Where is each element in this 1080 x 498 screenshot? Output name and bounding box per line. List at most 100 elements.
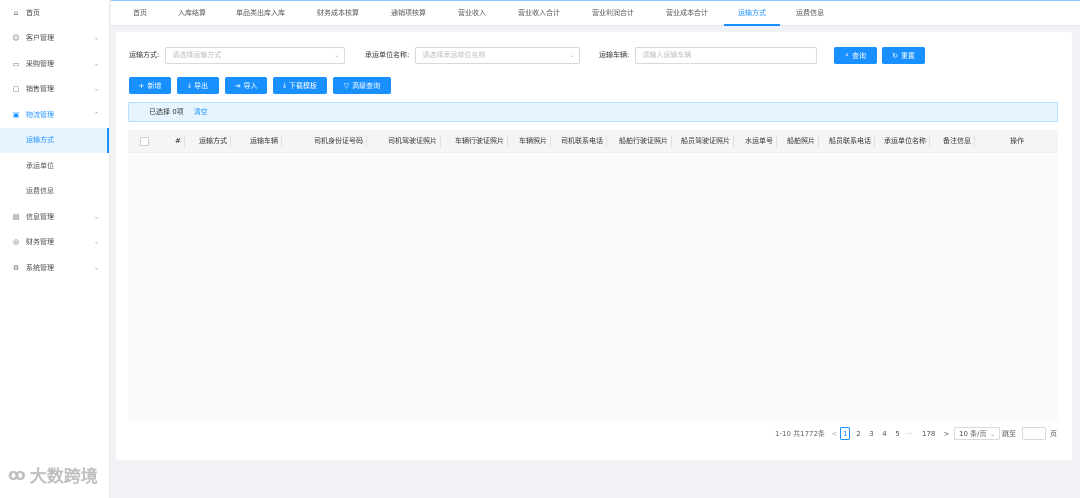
- chevron-down-icon: ⌄: [93, 34, 99, 42]
- sidebar-item-customers[interactable]: ☺ 客户管理 ⌄: [0, 26, 109, 52]
- download-icon: ⤓: [187, 81, 192, 89]
- page-3[interactable]: 3: [867, 427, 876, 440]
- reset-button-label: 重置: [900, 51, 915, 60]
- carrier-select[interactable]: 请选择承运单位名称 ⌄: [415, 46, 581, 64]
- cart-icon: ▭: [12, 59, 20, 68]
- sidebar-item-label: 销售管理: [26, 85, 54, 94]
- page-unit-label: 页: [1050, 429, 1057, 438]
- sidebar-item-finance[interactable]: ◎ 财务管理 ⌄: [0, 230, 109, 256]
- tab-transport-method[interactable]: 运输方式: [724, 0, 780, 26]
- page-4[interactable]: 4: [880, 427, 889, 440]
- search-button-label: 查询: [851, 51, 866, 60]
- reset-button[interactable]: ↻ 重置: [882, 47, 925, 64]
- next-page-button[interactable]: >: [942, 427, 951, 440]
- page-ellipsis[interactable]: ···: [905, 427, 914, 440]
- chevron-down-icon: ⌄: [569, 51, 575, 59]
- selection-count: 已选择 0项: [149, 108, 184, 116]
- vehicle-label: 运输车辆:: [599, 51, 630, 59]
- column-header-ship-license: 船舶行驶证照片: [619, 130, 672, 153]
- table-header: # 运输方式 运输车辆 司机身份证号码 司机驾驶证照片 车辆行驶证照片 车辆照片…: [128, 130, 1058, 153]
- tab-inbound-settlement[interactable]: 入库结算: [164, 0, 220, 26]
- sidebar-item-sales[interactable]: ▢ 销售管理 ⌄: [0, 77, 109, 103]
- tab-home[interactable]: 首页: [117, 0, 164, 26]
- sidebar-item-info[interactable]: ▤ 信息管理 ⌄: [0, 204, 109, 230]
- goto-label: 跳至: [1002, 429, 1016, 438]
- sidebar-item-label: 采购管理: [26, 59, 54, 68]
- tab-freight-info[interactable]: 运费信息: [780, 0, 840, 26]
- column-header-driver-id: 司机身份证号码: [314, 130, 367, 153]
- search-button[interactable]: ⌕ 查询: [834, 47, 877, 64]
- transport-method-select[interactable]: 请选择运输方式 ⌄: [165, 46, 346, 64]
- column-header-ship-photo: 船舶照片: [787, 130, 819, 153]
- chevron-down-icon: ⌄: [93, 60, 99, 68]
- tab-bar: 首页 入库结算 单品类出库入库 财务成本核算 通销项核算 营业收入 营业收入合计…: [111, 0, 1080, 26]
- sidebar-item-label: 财务管理: [26, 238, 54, 247]
- column-header-carrier-name: 承运单位名称: [884, 130, 930, 153]
- page-2[interactable]: 2: [854, 427, 863, 440]
- column-header-vehicle: 运输车辆: [250, 130, 282, 153]
- refresh-icon: ↻: [892, 51, 898, 60]
- column-header-actions: 操作: [1010, 137, 1024, 145]
- download-template-button[interactable]: ⤓ 下载模板: [273, 77, 327, 94]
- selection-bar: 已选择 0项 清空: [128, 102, 1058, 122]
- column-header-waterway-no: 水运单号: [745, 130, 777, 153]
- vehicle-filter: 运输车辆: 请输入运输车辆: [599, 46, 818, 64]
- vehicle-placeholder: 请输入运输车辆: [642, 51, 692, 59]
- page-size-select[interactable]: 10 条/页 ⌄: [954, 427, 1001, 440]
- watermark-logo-icon: ꝏ: [8, 465, 26, 484]
- sidebar: ⌂ 首页 ☺ 客户管理 ⌄ ▭ 采购管理 ⌄ ▢ 销售管理 ⌄ ▣ 物流管理 ⌃…: [0, 0, 110, 498]
- clear-selection-link[interactable]: 清空: [194, 107, 208, 117]
- sidebar-item-label: 首页: [26, 8, 40, 17]
- plus-icon: +: [138, 81, 145, 90]
- select-all-checkbox[interactable]: [140, 137, 149, 146]
- tab-single-category[interactable]: 单品类出库入库: [220, 0, 301, 26]
- data-table: # 运输方式 运输车辆 司机身份证号码 司机驾驶证照片 车辆行驶证照片 车辆照片…: [128, 130, 1058, 420]
- column-header-vehicle-license: 车辆行驶证照片: [455, 130, 508, 153]
- tab-sales-item-accounting[interactable]: 通销项核算: [375, 0, 442, 26]
- sidebar-subitem-carrier[interactable]: 承运单位: [0, 153, 109, 179]
- advanced-search-button[interactable]: ▽ 高级查询: [333, 77, 391, 94]
- tab-operating-income[interactable]: 营业收入: [442, 0, 502, 26]
- pagination-summary: 1-10 共1772条: [775, 429, 825, 438]
- column-header-crew-license: 船员驾驶证照片: [681, 130, 734, 153]
- sidebar-subitem-label: 运输方式: [26, 136, 54, 145]
- page-1[interactable]: 1: [840, 427, 851, 440]
- finance-icon: ◎: [12, 238, 20, 247]
- home-icon: ⌂: [13, 8, 19, 17]
- sidebar-item-system[interactable]: ⚙ 系统管理 ⌄: [0, 255, 109, 281]
- watermark-text: 大数跨境: [29, 467, 98, 487]
- tab-cost-accounting[interactable]: 财务成本核算: [301, 0, 375, 26]
- vehicle-input[interactable]: 请输入运输车辆: [635, 46, 818, 64]
- goto-page-input[interactable]: [1022, 427, 1046, 440]
- tab-operating-income-total[interactable]: 营业收入合计: [502, 0, 576, 26]
- sidebar-subitem-freight[interactable]: 运费信息: [0, 179, 109, 205]
- download-template-label: 下载模板: [289, 81, 318, 90]
- page-178[interactable]: 178: [922, 427, 935, 440]
- transport-method-placeholder: 请选择运输方式: [172, 51, 222, 59]
- transport-method-filter: 运输方式: 请选择运输方式 ⌄: [129, 46, 346, 64]
- column-header-vehicle-photo: 车辆照片: [519, 130, 551, 153]
- tab-operating-cost-total[interactable]: 营业成本合计: [650, 0, 724, 26]
- filter-icon: ▽: [343, 81, 350, 90]
- add-button[interactable]: + 新增: [129, 77, 171, 94]
- prev-page-button[interactable]: <: [830, 427, 839, 440]
- sidebar-item-logistics[interactable]: ▣ 物流管理 ⌃: [0, 102, 109, 128]
- column-header-index: #: [175, 130, 185, 153]
- search-icon: ⌕: [845, 51, 849, 59]
- tab-operating-profit-total[interactable]: 营业利润合计: [576, 0, 650, 26]
- main-panel: 运输方式: 请选择运输方式 ⌄ 承运单位名称: 请选择承运单位名称 ⌄ 运输车辆…: [116, 32, 1072, 460]
- chevron-up-icon: ⌃: [93, 111, 99, 119]
- download-icon: ⤓: [282, 81, 287, 89]
- export-button[interactable]: ⤓ 导出: [177, 77, 219, 94]
- export-button-label: 导出: [194, 81, 209, 90]
- sidebar-item-purchasing[interactable]: ▭ 采购管理 ⌄: [0, 51, 109, 77]
- sidebar-item-home[interactable]: ⌂ 首页: [0, 0, 109, 26]
- truck-icon: ▣: [12, 110, 20, 119]
- watermark: ꝏ 大数跨境: [8, 462, 98, 487]
- sidebar-subitem-label: 运费信息: [26, 187, 54, 196]
- page-5[interactable]: 5: [893, 427, 902, 440]
- import-button[interactable]: ⇥ 导入: [225, 77, 267, 94]
- info-icon: ▤: [12, 212, 20, 221]
- sidebar-subitem-transport-method[interactable]: 运输方式: [0, 127, 109, 153]
- sidebar-item-label: 客户管理: [26, 34, 54, 43]
